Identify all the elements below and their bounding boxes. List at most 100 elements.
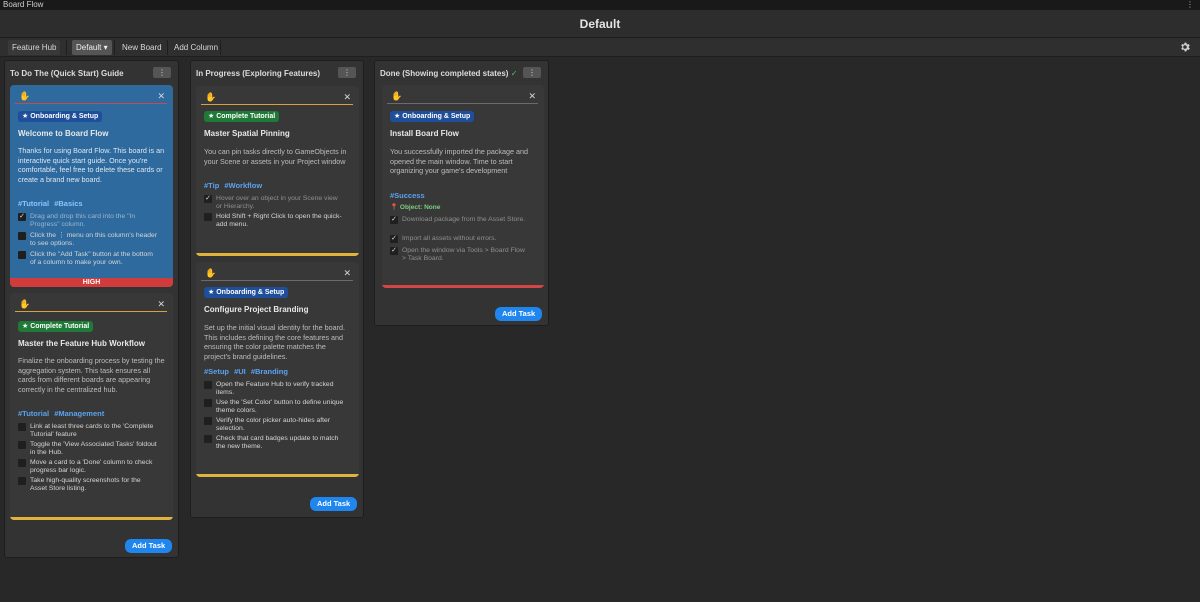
checkbox[interactable] <box>204 399 212 407</box>
card-header: ✋ ✕ <box>15 299 167 312</box>
task-text: Click the "Add Task" button at the botto… <box>30 251 153 267</box>
toolbar-divider <box>220 40 221 55</box>
feature-badge[interactable]: ★ Complete Tutorial <box>204 111 280 122</box>
feature-hub-button[interactable]: Feature Hub <box>8 40 61 55</box>
add-task-button[interactable]: Add Task <box>125 539 173 553</box>
checkbox[interactable] <box>204 417 212 425</box>
checkbox[interactable] <box>204 381 212 389</box>
task-text: Hover over an object in your Scene view … <box>216 195 338 211</box>
column-title: Done (Showing completed states) <box>380 69 509 78</box>
task-card[interactable]: ✋ ✕ ★ Onboarding & Setup Install Board F… <box>382 85 544 288</box>
more-vertical-icon[interactable]: ⋮ <box>1186 0 1194 10</box>
linked-object[interactable]: 📍 Object: None <box>390 203 440 211</box>
checkbox-checked[interactable]: ✓ <box>18 213 26 221</box>
window-titlebar: Board Flow ⋮ <box>0 0 1200 10</box>
task-card[interactable]: ✋ ✕ ★ Complete Tutorial Master Spatial P… <box>196 86 359 256</box>
card-description: You successfully imported the package an… <box>390 147 528 175</box>
checkbox[interactable] <box>18 441 26 449</box>
checkbox[interactable] <box>204 213 212 221</box>
task-item[interactable]: Link at least three cards to the 'Comple… <box>18 423 158 439</box>
card-description: You can pin tasks directly to GameObject… <box>204 147 347 166</box>
column-menu-button[interactable]: ⋮ <box>523 67 541 78</box>
checkbox[interactable] <box>18 423 26 431</box>
task-item[interactable]: Hold Shift + Right Click to open the qui… <box>204 213 344 229</box>
task-card[interactable]: ✋ ✕ ★ Onboarding & Setup Welcome to Boar… <box>10 85 173 287</box>
task-item[interactable]: ✓ Drag and drop this card into the "In P… <box>18 213 158 229</box>
task-text: Take high-quality screenshots for the As… <box>30 477 141 493</box>
card-header: ✋ ✕ <box>15 91 167 104</box>
task-item[interactable]: Verify the color picker auto-hides after… <box>204 417 344 433</box>
checkbox[interactable] <box>18 477 26 485</box>
gear-icon[interactable] <box>1179 41 1191 53</box>
task-item[interactable]: Take high-quality screenshots for the As… <box>18 477 158 493</box>
card-description: Thanks for using Board Flow. This board … <box>18 146 165 184</box>
task-card[interactable]: ✋ ✕ ★ Complete Tutorial Master the Featu… <box>10 293 173 520</box>
task-text: Download package from the Asset Store. <box>402 216 526 223</box>
task-text: Link at least three cards to the 'Comple… <box>30 423 154 439</box>
card-tags: #Setup #UI #Branding <box>204 367 288 376</box>
checkbox-checked[interactable]: ✓ <box>390 216 398 224</box>
feature-badge[interactable]: ★ Onboarding & Setup <box>204 287 289 298</box>
card-color-bar <box>196 474 359 477</box>
task-item[interactable]: ✓ Import all assets without errors. <box>390 235 530 243</box>
toolbar-divider <box>66 40 67 55</box>
task-text: Verify the color picker auto-hides after… <box>216 417 331 433</box>
task-item[interactable]: Open the Feature Hub to verify tracked i… <box>204 381 344 397</box>
checkbox[interactable] <box>18 232 26 240</box>
card-header: ✋ ✕ <box>201 92 353 105</box>
card-title: Master the Feature Hub Workflow <box>18 339 145 348</box>
drag-handle-icon[interactable]: ✋ <box>391 91 402 102</box>
card-title: Install Board Flow <box>390 129 459 138</box>
drag-handle-icon[interactable]: ✋ <box>19 91 30 102</box>
column-title-wrap: Done (Showing completed states) ✓ <box>380 69 517 78</box>
task-item[interactable]: Check that card badges update to match t… <box>204 435 344 451</box>
close-icon[interactable]: ✕ <box>157 299 165 310</box>
task-item[interactable]: Click the "Add Task" button at the botto… <box>18 251 158 267</box>
drag-handle-icon[interactable]: ✋ <box>19 299 30 310</box>
task-text: Use the 'Set Color' button to define uni… <box>216 399 344 415</box>
checkbox-checked[interactable]: ✓ <box>390 247 398 255</box>
card-title: Configure Project Branding <box>204 305 309 314</box>
add-column-button[interactable]: Add Column <box>170 40 222 55</box>
add-task-button[interactable]: Add Task <box>495 307 543 321</box>
checkbox[interactable] <box>18 459 26 467</box>
close-icon[interactable]: ✕ <box>343 92 351 103</box>
new-board-button[interactable]: New Board <box>118 40 166 55</box>
column-menu-button[interactable]: ⋮ <box>338 67 356 78</box>
drag-handle-icon[interactable]: ✋ <box>205 268 216 279</box>
task-item[interactable]: Move a card to a 'Done' column to check … <box>18 459 158 475</box>
card-tags: #Tutorial #Basics <box>18 199 83 208</box>
checkbox[interactable] <box>204 435 212 443</box>
board-select-dropdown[interactable]: Default ▾ <box>72 40 112 55</box>
add-task-button[interactable]: Add Task <box>310 497 358 511</box>
checkbox[interactable] <box>18 251 26 259</box>
close-icon[interactable]: ✕ <box>157 91 165 102</box>
checkbox-checked[interactable]: ✓ <box>390 235 398 243</box>
feature-badge[interactable]: ★ Onboarding & Setup <box>390 111 475 122</box>
drag-handle-icon[interactable]: ✋ <box>205 92 216 103</box>
task-card[interactable]: ✋ ✕ ★ Onboarding & Setup Configure Proje… <box>196 262 359 477</box>
column-title: In Progress (Exploring Features) <box>196 69 321 78</box>
task-item[interactable]: Click the ⋮ menu on this column's header… <box>18 232 158 248</box>
checkbox-checked[interactable]: ✓ <box>204 195 212 203</box>
task-item[interactable]: ✓ Download package from the Asset Store. <box>390 216 530 224</box>
task-text: Check that card badges update to match t… <box>216 435 339 451</box>
column-in-progress: In Progress (Exploring Features) ⋮ ✋ ✕ ★… <box>190 60 364 518</box>
card-description: Set up the initial visual identity for t… <box>204 323 346 361</box>
feature-badge[interactable]: ★ Complete Tutorial <box>18 321 94 332</box>
task-item[interactable]: ✓ Hover over an object in your Scene vie… <box>204 195 344 211</box>
card-title: Master Spatial Pinning <box>204 129 290 138</box>
task-text: Open the window via Tools > Board Flow >… <box>402 247 525 263</box>
card-tags: #Tip #Workflow <box>204 181 263 190</box>
column-menu-button[interactable]: ⋮ <box>153 67 171 78</box>
task-item[interactable]: Use the 'Set Color' button to define uni… <box>204 399 344 415</box>
close-icon[interactable]: ✕ <box>528 91 536 102</box>
toolbar-divider <box>114 40 115 55</box>
column-todo: To Do The (Quick Start) Guide ⋮ ✋ ✕ ★ On… <box>4 60 179 558</box>
close-icon[interactable]: ✕ <box>343 268 351 279</box>
card-title: Welcome to Board Flow <box>18 129 109 138</box>
task-item[interactable]: ✓ Open the window via Tools > Board Flow… <box>390 247 530 263</box>
task-item[interactable]: Toggle the 'View Associated Tasks' foldo… <box>18 441 158 457</box>
feature-badge[interactable]: ★ Onboarding & Setup <box>18 111 103 122</box>
task-text: Import all assets without errors. <box>402 235 497 242</box>
